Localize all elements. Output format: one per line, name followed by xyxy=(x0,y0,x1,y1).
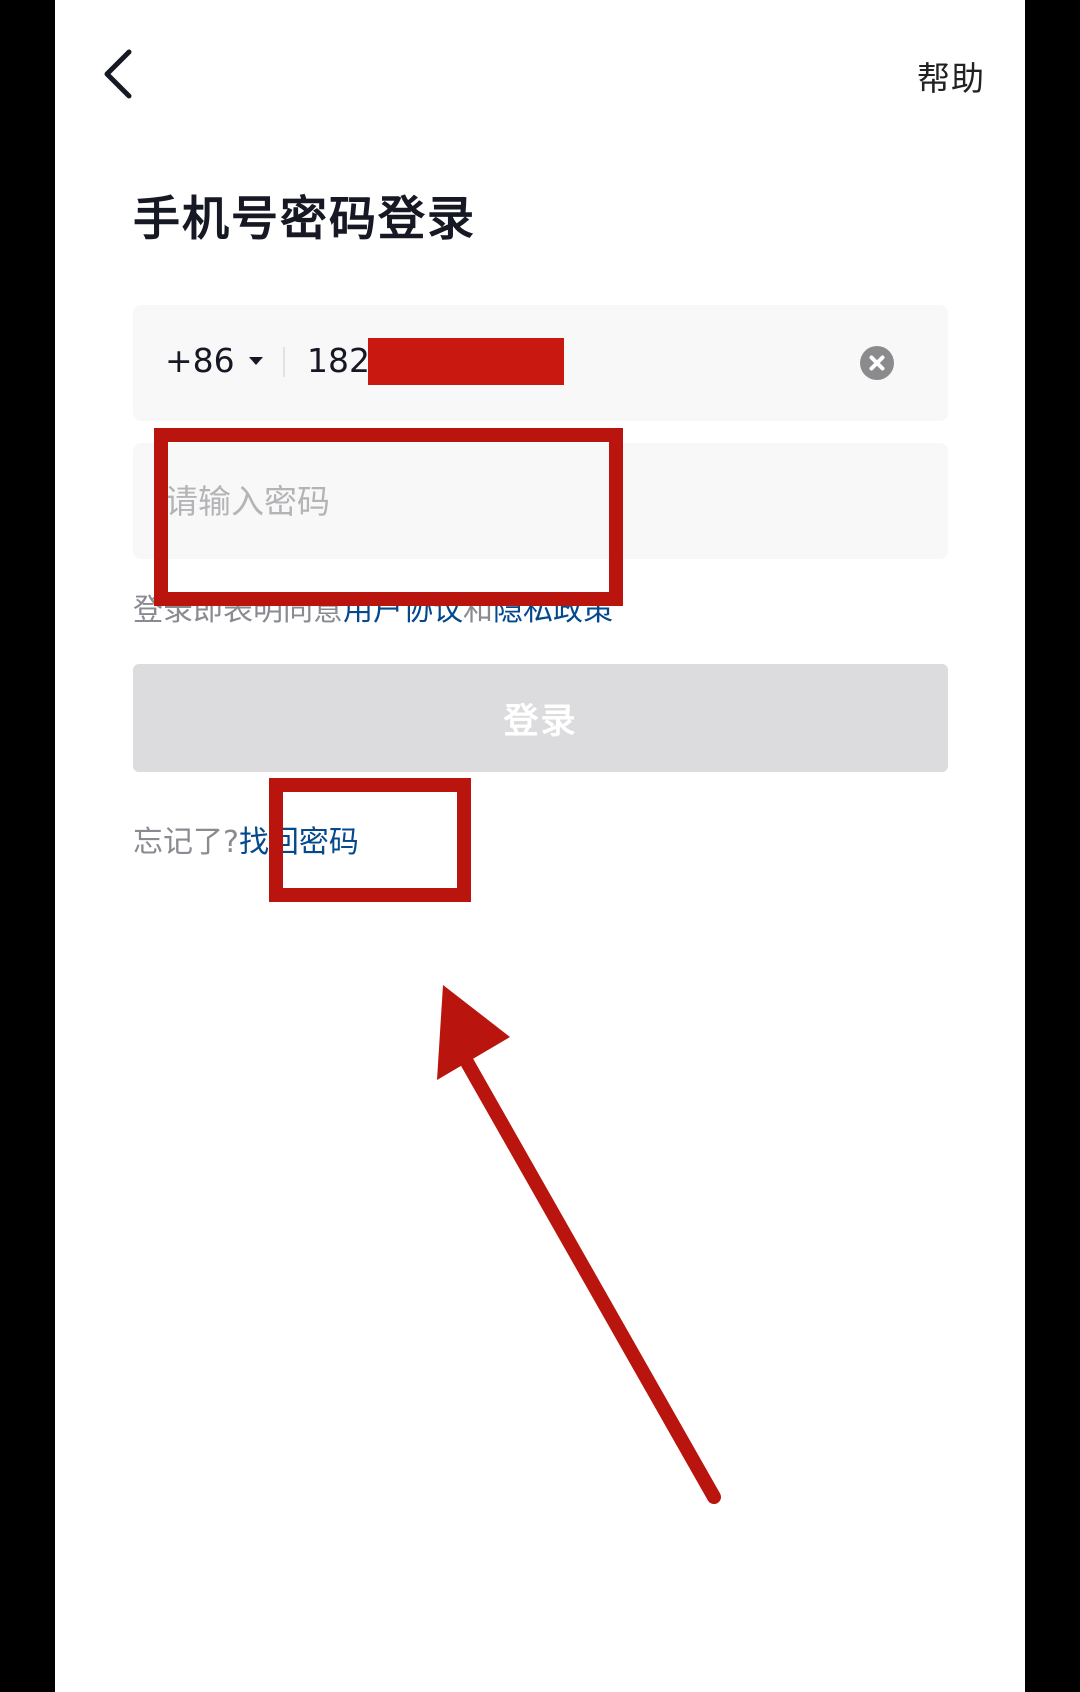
caret-down-icon xyxy=(248,356,263,365)
user-agreement-link[interactable]: 用户协议 xyxy=(343,593,463,628)
chevron-left-icon xyxy=(104,49,132,99)
field-divider xyxy=(283,347,285,377)
forgot-prefix: 忘记了? xyxy=(133,825,239,860)
help-link[interactable]: 帮助 xyxy=(917,52,985,100)
agreement-conjunction: 和 xyxy=(463,593,493,628)
privacy-policy-link[interactable]: 隐私政策 xyxy=(493,593,613,628)
back-button[interactable] xyxy=(95,46,145,102)
phone-field: +86 182 xyxy=(133,305,948,421)
login-button[interactable]: 登录 xyxy=(133,664,948,772)
page-title: 手机号密码登录 xyxy=(133,192,476,247)
country-code-label: +86 xyxy=(165,341,235,380)
agreement-text: 登录即表明同意用户协议和隐私政策 xyxy=(133,585,613,629)
agreement-prefix: 登录即表明同意 xyxy=(133,593,343,628)
login-screen: 帮助 手机号密码登录 +86 182 登录即表明同意用户协议和隐私政策 登录 忘… xyxy=(55,0,1025,1692)
password-field xyxy=(133,443,948,559)
phone-number-input[interactable]: 182 xyxy=(307,341,370,380)
clear-button[interactable] xyxy=(860,346,894,380)
forgot-password-row: 忘记了?找回密码 xyxy=(133,817,359,861)
country-code-selector[interactable]: +86 xyxy=(165,341,263,380)
recover-password-link[interactable]: 找回密码 xyxy=(239,825,359,860)
close-circle-icon xyxy=(869,355,885,371)
password-input[interactable] xyxy=(165,473,905,529)
redaction-box xyxy=(368,338,564,385)
